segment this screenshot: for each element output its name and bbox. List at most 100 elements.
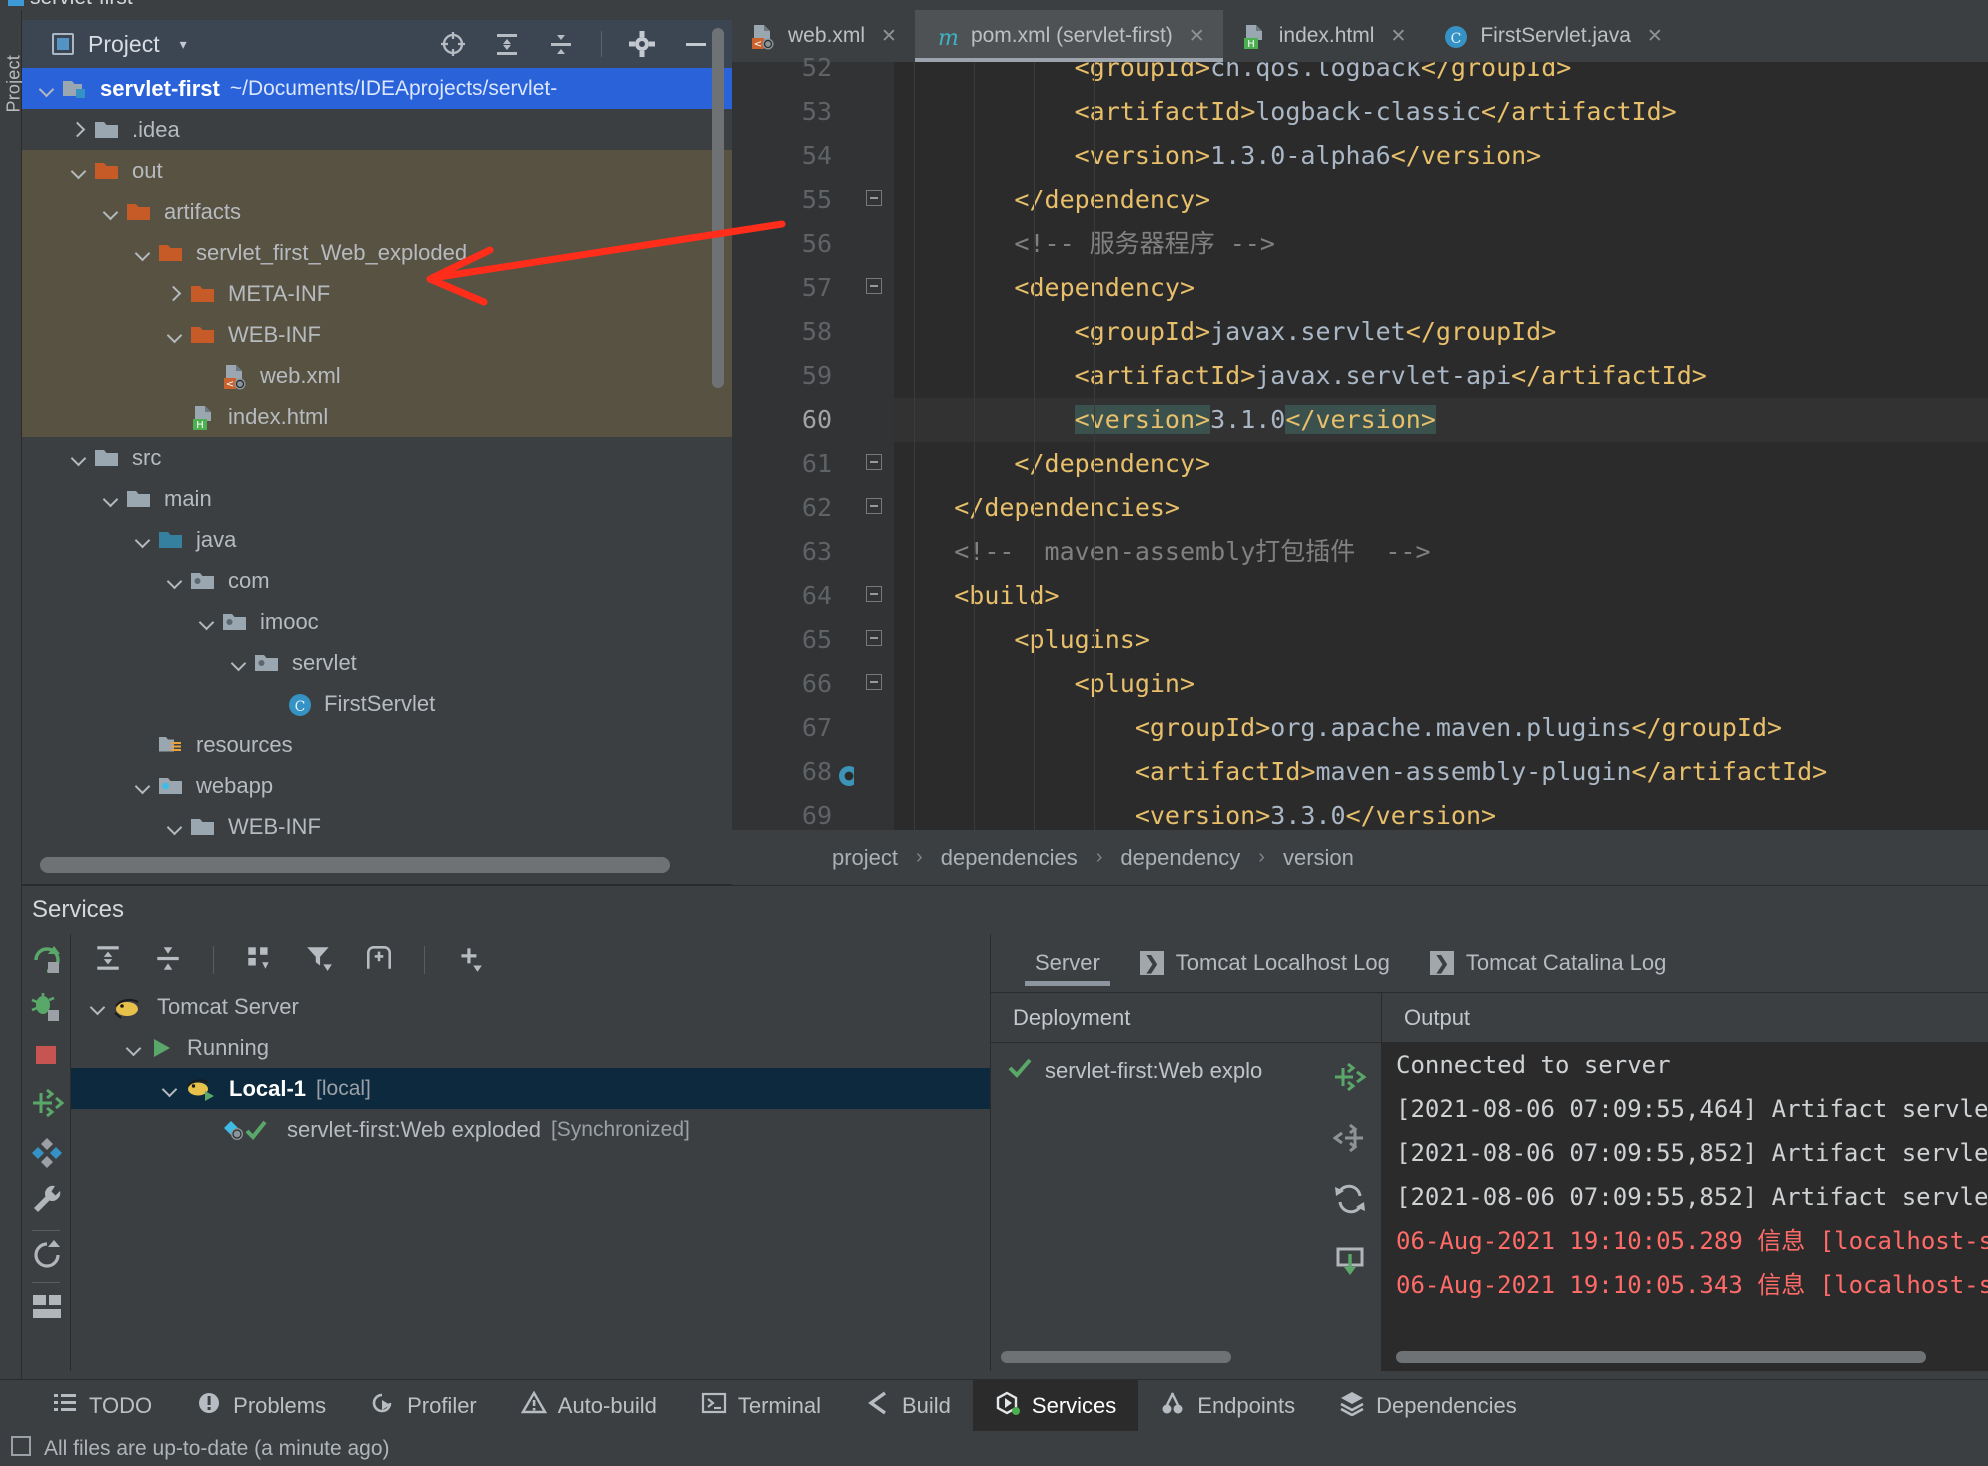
code-line[interactable]: <dependency> bbox=[894, 266, 1988, 310]
project-tree[interactable]: servlet-first ~/Documents/IDEAprojects/se… bbox=[22, 68, 732, 848]
tool-window-button-todo[interactable]: TODO bbox=[30, 1380, 174, 1432]
deployment-item[interactable]: servlet-first:Web explo bbox=[991, 1043, 1381, 1087]
server-tab[interactable]: ❯ Tomcat Localhost Log bbox=[1120, 934, 1410, 992]
debug-icon[interactable] bbox=[30, 990, 64, 1024]
stop-icon[interactable] bbox=[30, 1038, 64, 1072]
close-icon[interactable]: ✕ bbox=[1390, 25, 1406, 48]
output-console[interactable]: Connected to server [2021-08-06 07:09:55,… bbox=[1382, 1043, 1988, 1371]
services-tree-row[interactable]: Local-1 [local] bbox=[71, 1068, 991, 1109]
services-toolbar[interactable] bbox=[71, 934, 991, 986]
chevron-down-icon[interactable] bbox=[164, 570, 186, 592]
chevron-down-icon[interactable] bbox=[100, 488, 122, 510]
editor-tab-bar[interactable]: < web.xml ✕ m pom.xml (servlet-first) ✕ Hindex… bbox=[732, 10, 1988, 62]
chevron-right-icon[interactable] bbox=[164, 283, 186, 305]
project-tree-row[interactable]: META-INF bbox=[22, 273, 732, 314]
locate-icon[interactable] bbox=[439, 30, 467, 58]
tool-window-button-dependencies[interactable]: Dependencies bbox=[1317, 1380, 1539, 1432]
fold-toggle-icon[interactable] bbox=[864, 618, 884, 662]
deploy-icon[interactable] bbox=[30, 1086, 65, 1120]
chevron-down-icon[interactable] bbox=[164, 816, 186, 838]
project-tree-row[interactable]: servlet bbox=[22, 642, 732, 683]
close-icon[interactable]: ✕ bbox=[1189, 25, 1205, 48]
add-tab-icon[interactable] bbox=[364, 943, 394, 978]
fold-toggle-icon[interactable] bbox=[864, 662, 884, 706]
layout-icon[interactable] bbox=[30, 1290, 64, 1324]
add-icon[interactable] bbox=[455, 943, 485, 978]
services-tree-row[interactable]: Running bbox=[71, 1027, 991, 1068]
code-line[interactable]: <artifactId>javax.servlet-api</artifactI… bbox=[894, 354, 1988, 398]
code-line[interactable]: <groupId>ch.qos.logback</groupId> bbox=[894, 62, 1988, 90]
code-line[interactable]: <plugin> bbox=[894, 662, 1988, 706]
project-tree-row[interactable]: resources bbox=[22, 724, 732, 765]
tool-window-button-services[interactable]: Services bbox=[972, 1379, 1139, 1432]
code-line[interactable]: </dependency> bbox=[894, 178, 1988, 222]
breadcrumb-item[interactable]: version bbox=[1283, 845, 1354, 871]
layers-icon[interactable] bbox=[30, 1134, 64, 1168]
fold-toggle-icon[interactable] bbox=[864, 266, 884, 310]
fold-toggle-icon[interactable] bbox=[864, 486, 884, 530]
project-tree-row[interactable]: WEB-INF bbox=[22, 314, 732, 355]
services-tree[interactable]: Tomcat Server Running Local-1 [local] servle… bbox=[71, 986, 991, 1371]
chevron-down-icon[interactable] bbox=[228, 652, 250, 674]
gear-icon[interactable] bbox=[628, 30, 656, 58]
chevron-down-icon[interactable]: ▾ bbox=[180, 36, 187, 53]
group-by-icon[interactable] bbox=[244, 943, 274, 978]
code-line[interactable]: <plugins> bbox=[894, 618, 1988, 662]
editor-fold-column[interactable] bbox=[854, 62, 894, 830]
collapse-all-icon[interactable] bbox=[153, 943, 183, 978]
expand-all-icon[interactable] bbox=[493, 30, 521, 58]
project-tree-row[interactable]: < web.xml bbox=[22, 355, 732, 396]
refresh-icon[interactable] bbox=[30, 1238, 64, 1272]
close-icon[interactable]: ✕ bbox=[1647, 25, 1663, 48]
redeploy-icon[interactable] bbox=[1333, 1183, 1367, 1220]
tool-window-bar[interactable]: TODO Problems Profiler Auto-build Terminal Bu… bbox=[0, 1379, 1988, 1432]
deploy-icon[interactable] bbox=[1333, 1061, 1367, 1098]
tool-window-button-build[interactable]: Build bbox=[843, 1380, 973, 1432]
fold-toggle-icon[interactable] bbox=[864, 574, 884, 618]
chevron-down-icon[interactable] bbox=[87, 996, 109, 1018]
project-tree-horizontal-scrollbar[interactable] bbox=[40, 857, 670, 873]
project-tree-row[interactable]: out bbox=[22, 150, 732, 191]
server-tab[interactable]: ❯ Tomcat Catalina Log bbox=[1410, 934, 1687, 992]
services-tree-row[interactable]: servlet-first:Web exploded [Synchronized] bbox=[71, 1109, 991, 1150]
collapse-all-icon[interactable] bbox=[547, 30, 575, 58]
editor-tab[interactable]: C FirstServlet.java ✕ bbox=[1424, 10, 1680, 62]
code-line[interactable]: <version>1.3.0-alpha6</version> bbox=[894, 134, 1988, 178]
chevron-down-icon[interactable] bbox=[36, 78, 58, 100]
chevron-down-icon[interactable] bbox=[100, 201, 122, 223]
editor-tab[interactable]: m pom.xml (servlet-first) ✕ bbox=[914, 10, 1223, 62]
chevron-right-icon[interactable] bbox=[68, 119, 90, 141]
project-tree-row[interactable]: webapp bbox=[22, 765, 732, 806]
chevron-down-icon[interactable] bbox=[164, 324, 186, 346]
project-tree-row[interactable]: java bbox=[22, 519, 732, 560]
project-tree-row[interactable]: com bbox=[22, 560, 732, 601]
expand-all-icon[interactable] bbox=[93, 943, 123, 978]
services-tree-row[interactable]: Tomcat Server bbox=[71, 986, 991, 1027]
rerun-icon[interactable] bbox=[30, 942, 64, 976]
code-line[interactable]: <!-- 服务器程序 --> bbox=[894, 222, 1988, 266]
deployment-horizontal-scrollbar[interactable] bbox=[1001, 1351, 1231, 1363]
project-tree-row[interactable]: servlet_first_Web_exploded bbox=[22, 232, 732, 273]
server-tab[interactable]: Server bbox=[1015, 934, 1120, 992]
project-tree-vertical-scrollbar[interactable] bbox=[712, 28, 724, 388]
chevron-down-icon[interactable] bbox=[68, 160, 90, 182]
undeploy-icon[interactable] bbox=[1332, 1122, 1367, 1159]
breadcrumb-item[interactable]: dependencies bbox=[941, 845, 1078, 871]
project-tree-row[interactable]: main bbox=[22, 478, 732, 519]
project-tree-row[interactable]: imooc bbox=[22, 601, 732, 642]
project-tree-row[interactable]: .idea bbox=[22, 109, 732, 150]
breadcrumb[interactable]: project › dependencies › dependency › version bbox=[732, 830, 1988, 885]
code-line[interactable]: <groupId>javax.servlet</groupId> bbox=[894, 310, 1988, 354]
chevron-down-icon[interactable] bbox=[132, 529, 154, 551]
tool-window-button-auto-build[interactable]: Auto-build bbox=[499, 1380, 679, 1432]
code-line[interactable]: <version>3.1.0</version> bbox=[894, 398, 1988, 442]
code-line[interactable]: <artifactId>maven-assembly-plugin</artif… bbox=[894, 750, 1988, 794]
download-icon[interactable] bbox=[1333, 1244, 1367, 1281]
project-tree-row[interactable]: WEB-INF bbox=[22, 806, 732, 847]
code-line[interactable]: </dependencies> bbox=[894, 486, 1988, 530]
project-tree-row[interactable]: C FirstServlet bbox=[22, 683, 732, 724]
chevron-down-icon[interactable] bbox=[132, 242, 154, 264]
deployment-buttons[interactable] bbox=[1327, 1051, 1373, 1281]
chevron-down-icon[interactable] bbox=[159, 1078, 181, 1100]
code-line[interactable]: <build> bbox=[894, 574, 1988, 618]
